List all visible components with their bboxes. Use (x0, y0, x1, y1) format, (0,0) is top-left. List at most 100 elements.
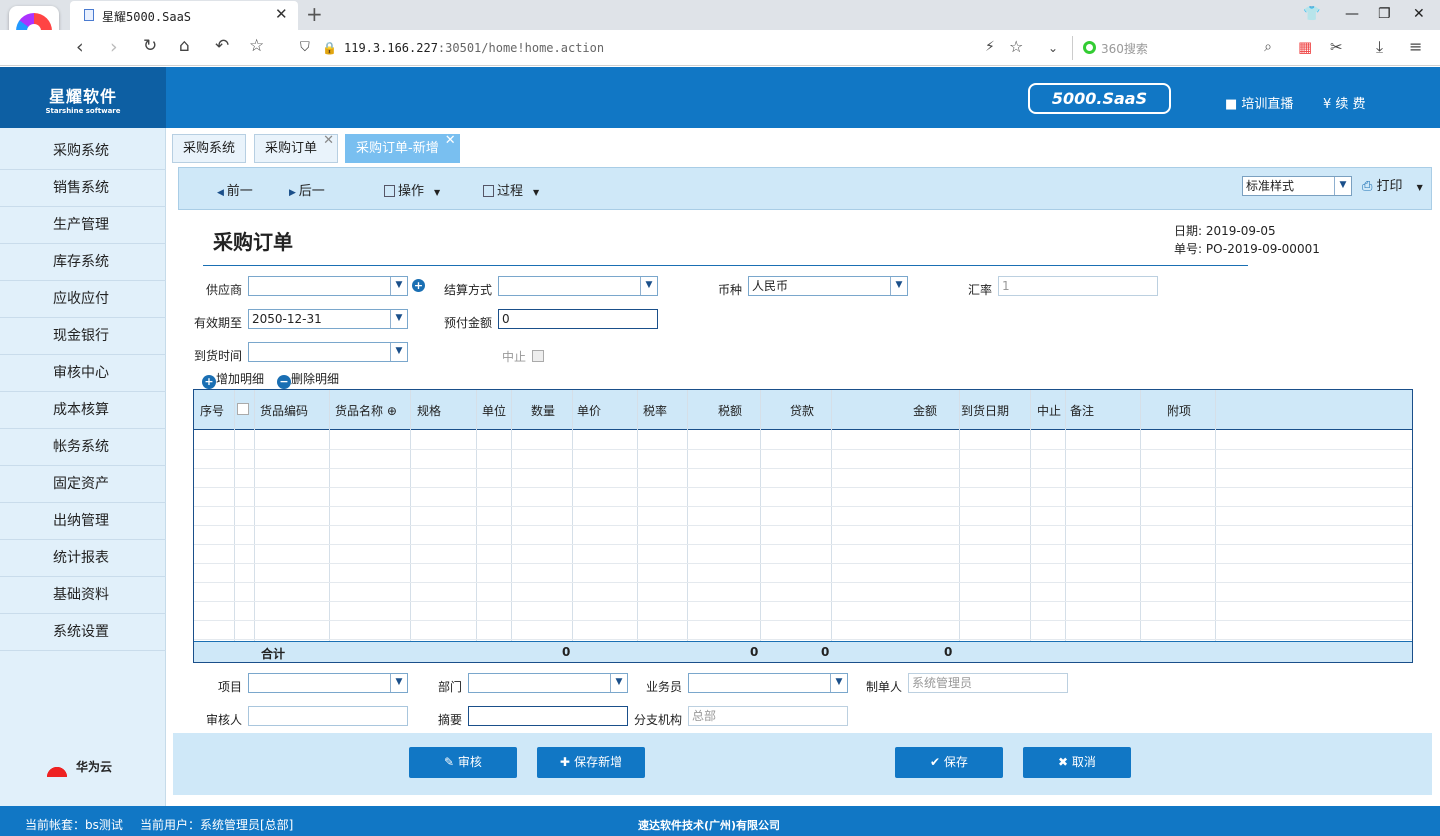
branch-field[interactable]: 总部 (688, 706, 848, 726)
plus-circle-icon[interactable]: ⊕ (383, 404, 397, 418)
sidebar-item-cashier[interactable]: 出纳管理 (0, 503, 166, 540)
exchange-rate-field[interactable]: 1 (998, 276, 1158, 296)
chevron-down-icon[interactable]: ▼ (390, 277, 407, 295)
close-tab-icon[interactable]: ✕ (275, 5, 288, 23)
next-button[interactable]: ▶ 后一 (289, 180, 325, 199)
table-row[interactable] (194, 506, 1412, 507)
reload-icon[interactable]: ↻ (143, 36, 157, 56)
sidebar-item-inventory[interactable]: 库存系统 (0, 244, 166, 281)
table-row[interactable] (194, 563, 1412, 564)
currency-select[interactable]: 人民币 ▼ (748, 276, 908, 296)
back-icon[interactable]: ‹ (76, 36, 84, 58)
save-button[interactable]: ✔ 保存 (895, 747, 1003, 778)
table-row[interactable] (194, 525, 1412, 526)
chevron-down-icon[interactable]: ▼ (610, 674, 627, 692)
undo-icon[interactable]: ↶ (215, 36, 229, 56)
sidebar-item-audit[interactable]: 审核中心 (0, 355, 166, 392)
sidebar-item-accounts[interactable]: 帐务系统 (0, 429, 166, 466)
select-all-checkbox[interactable] (237, 403, 249, 415)
chevron-down-icon[interactable]: ▼ (390, 310, 407, 328)
app-header (0, 67, 1440, 128)
table-row[interactable] (194, 601, 1412, 602)
audit-button[interactable]: ✎ 审核 (409, 747, 517, 778)
sidebar-item-fixed-assets[interactable]: 固定资产 (0, 466, 166, 503)
chevron-down-icon[interactable]: ▼ (390, 674, 407, 692)
table-row[interactable] (194, 487, 1412, 488)
url-text[interactable]: 119.3.166.227:30501/home!home.action (344, 41, 604, 55)
close-icon[interactable]: ✕ (323, 127, 334, 155)
minimize-icon[interactable]: — (1345, 6, 1359, 22)
delete-detail-button[interactable]: − 删除明细 (277, 370, 339, 389)
close-window-icon[interactable]: ✕ (1413, 6, 1425, 22)
close-icon[interactable]: ✕ (445, 127, 456, 155)
favorite-star-icon[interactable]: ☆ (249, 36, 264, 56)
sidebar-item-sales[interactable]: 销售系统 (0, 170, 166, 207)
scissors-icon[interactable]: ✂ (1330, 38, 1343, 56)
sidebar-item-receivables[interactable]: 应收应付 (0, 281, 166, 318)
chevron-down-icon[interactable]: ⌄ (1048, 41, 1058, 55)
menu-icon[interactable]: ≡ (1409, 37, 1422, 56)
prepay-field[interactable]: 0 (498, 309, 658, 329)
search-box[interactable]: 360搜索 ⌕ (1072, 36, 1282, 60)
table-row[interactable] (194, 639, 1412, 640)
sidebar-item-basic-data[interactable]: 基础资料 (0, 577, 166, 614)
prev-button[interactable]: ◀ 前一 (217, 180, 253, 199)
lightning-icon[interactable]: ⚡ (985, 39, 995, 55)
department-select[interactable]: ▼ (468, 673, 628, 693)
download-icon[interactable]: ⤓ (1376, 37, 1383, 57)
table-row[interactable] (194, 620, 1412, 621)
save-new-button[interactable]: ✚ 保存新增 (537, 747, 645, 778)
forward-icon[interactable]: › (110, 36, 118, 58)
print-button[interactable]: ⎙ 打印 ▼ (1362, 175, 1423, 194)
operations-menu[interactable]: 操作 ▼ (384, 180, 440, 199)
chevron-down-icon[interactable]: ▼ (1334, 177, 1351, 195)
auditor-field[interactable] (248, 706, 408, 726)
add-supplier-icon[interactable]: + (412, 279, 425, 292)
sidebar-item-cost[interactable]: 成本核算 (0, 392, 166, 429)
sidebar-item-reports[interactable]: 统计报表 (0, 540, 166, 577)
renew-link[interactable]: ¥ 续 费 (1323, 93, 1366, 112)
search-icon[interactable]: ⌕ (1264, 39, 1272, 55)
summary-field[interactable] (468, 706, 628, 726)
chevron-down-icon[interactable]: ▼ (390, 343, 407, 361)
home-icon[interactable]: ⌂ (179, 36, 190, 56)
sidebar-item-cash-bank[interactable]: 现金银行 (0, 318, 166, 355)
table-row[interactable] (194, 468, 1412, 469)
shield-icon: ⛉ (300, 40, 310, 55)
process-menu[interactable]: 过程 ▼ (483, 180, 539, 199)
sidebar-item-purchase[interactable]: 采购系统 (0, 133, 166, 170)
live-training-link[interactable]: ■ 培训直播 (1225, 93, 1293, 112)
table-row[interactable] (194, 544, 1412, 545)
supplier-select[interactable]: ▼ (248, 276, 408, 296)
apps-icon[interactable]: ▦ (1298, 38, 1312, 56)
chevron-down-icon[interactable]: ▼ (890, 277, 907, 295)
valid-until-field[interactable]: 2050-12-31 ▼ (248, 309, 408, 329)
tab-purchase-order[interactable]: 采购订单 ✕ (254, 133, 339, 163)
shirt-icon[interactable]: 👕 (1303, 6, 1320, 22)
cancel-button[interactable]: ✖ 取消 (1023, 747, 1131, 778)
tab-purchase-system[interactable]: 采购系统 (172, 134, 247, 163)
chevron-down-icon[interactable]: ▼ (830, 674, 847, 692)
sidebar-item-settings[interactable]: 系统设置 (0, 614, 166, 651)
tab-purchase-order-new[interactable]: 采购订单-新增 ✕ (345, 133, 460, 163)
settlement-select[interactable]: ▼ (498, 276, 658, 296)
caret-down-icon[interactable]: ▼ (1417, 183, 1423, 192)
add-detail-button[interactable]: + 增加明细 (202, 370, 264, 389)
live-label: 培训直播 (1241, 97, 1294, 112)
project-select[interactable]: ▼ (248, 673, 408, 693)
table-row[interactable] (194, 449, 1412, 450)
auditor-label: 审核人 (205, 713, 242, 727)
browser-tab[interactable]: 星耀5000.SaaS ✕ (70, 1, 298, 30)
sidebar-item-production[interactable]: 生产管理 (0, 207, 166, 244)
new-tab-icon[interactable]: + (306, 2, 323, 26)
style-select[interactable]: 标准样式 ▼ (1242, 176, 1352, 196)
page-icon (84, 9, 94, 21)
clerk-select[interactable]: ▼ (688, 673, 848, 693)
stop-checkbox[interactable] (532, 350, 544, 362)
maker-field[interactable]: 系统管理员 (908, 673, 1068, 693)
chevron-down-icon[interactable]: ▼ (640, 277, 657, 295)
arrival-time-field[interactable]: ▼ (248, 342, 408, 362)
restore-icon[interactable]: ❐ (1378, 6, 1391, 22)
bookmark-star-icon[interactable]: ☆ (1009, 37, 1023, 56)
table-row[interactable] (194, 582, 1412, 583)
